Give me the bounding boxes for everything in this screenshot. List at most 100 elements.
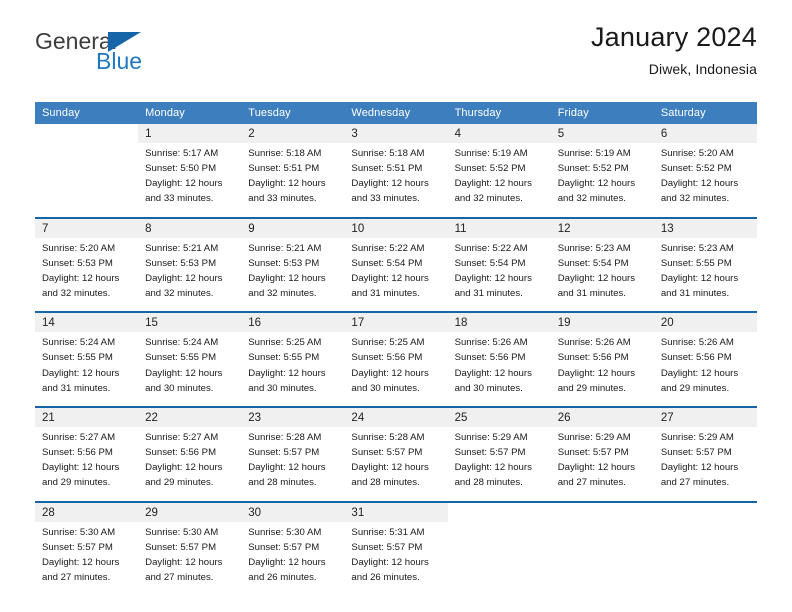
day-sunrise-text: Sunrise: 5:17 AM <box>145 148 219 159</box>
day-cell[interactable]: Sunrise: 5:20 AM Sunset: 5:53 PM Daylight:… <box>35 237 139 312</box>
day-daylight-line1-text: Daylight: 12 hours <box>145 178 223 190</box>
day-cell[interactable]: Sunrise: 5:30 AM Sunset: 5:57 PM Daylight:… <box>35 521 139 596</box>
day-sunrise-text: Sunrise: 5:18 AM <box>351 148 425 159</box>
day-daylight-line1-text: Daylight: 12 hours <box>248 462 326 474</box>
day-number[interactable]: 31 <box>344 502 448 522</box>
day-cell[interactable]: Sunrise: 5:27 AM Sunset: 5:56 PM Daylight:… <box>138 426 242 501</box>
day-number[interactable]: 24 <box>344 407 448 427</box>
day-number[interactable]: 8 <box>138 218 242 238</box>
day-number[interactable]: 6 <box>653 124 757 143</box>
day-cell[interactable]: Sunrise: 5:29 AM Sunset: 5:57 PM Daylight:… <box>653 426 757 501</box>
day-number[interactable]: 11 <box>447 218 551 238</box>
week-daynumber-row: 7 8 9 10 11 12 13 <box>35 218 757 238</box>
day-daylight-line1-text: Daylight: 12 hours <box>660 462 739 474</box>
day-daylight-line2-text: and 30 minutes. <box>145 382 214 394</box>
day-daylight-line2-text: and 29 minutes. <box>557 382 626 394</box>
day-daylight-line1-text: Daylight: 12 hours <box>454 462 532 474</box>
day-sunset-text: Sunset: 5:56 PM <box>145 447 217 459</box>
day-daylight-line2-text: and 31 minutes. <box>660 288 730 300</box>
day-number[interactable]: 9 <box>241 218 345 238</box>
day-cell[interactable]: Sunrise: 5:30 AM Sunset: 5:57 PM Daylight:… <box>241 521 345 596</box>
day-daylight-line2-text: and 27 minutes. <box>557 477 626 489</box>
day-sunset-text: Sunset: 5:51 PM <box>248 163 320 175</box>
day-cell[interactable]: Sunrise: 5:23 AM Sunset: 5:55 PM Daylight:… <box>653 237 757 312</box>
day-number[interactable]: 20 <box>653 313 757 333</box>
day-daylight-line2-text: and 28 minutes. <box>248 477 317 489</box>
day-cell[interactable]: Sunrise: 5:31 AM Sunset: 5:57 PM Daylight:… <box>344 521 448 596</box>
day-daylight-line1-text: Daylight: 12 hours <box>557 178 636 190</box>
day-number[interactable]: 23 <box>241 407 345 427</box>
day-cell[interactable]: Sunrise: 5:29 AM Sunset: 5:57 PM Daylight:… <box>447 426 551 501</box>
day-number[interactable]: 3 <box>344 124 448 143</box>
calendar-table: Sunday Monday Tuesday Wednesday Thursday… <box>35 102 757 596</box>
day-daylight-line2-text: and 26 minutes. <box>351 571 420 583</box>
day-cell[interactable]: Sunrise: 5:20 AM Sunset: 5:52 PM Daylight:… <box>653 143 757 217</box>
day-cell[interactable]: Sunrise: 5:26 AM Sunset: 5:56 PM Daylight:… <box>447 332 551 406</box>
day-cell[interactable]: Sunrise: 5:27 AM Sunset: 5:56 PM Daylight:… <box>35 426 139 501</box>
day-number[interactable]: 29 <box>138 502 242 522</box>
day-number[interactable]: 12 <box>550 218 654 238</box>
day-number[interactable]: 30 <box>241 502 345 522</box>
day-sunrise-text: Sunrise: 5:22 AM <box>351 242 425 254</box>
day-daylight-line2-text: and 30 minutes. <box>248 382 317 394</box>
day-number[interactable]: 14 <box>35 313 139 333</box>
day-number[interactable]: 13 <box>653 218 757 238</box>
day-cell[interactable]: Sunrise: 5:17 AM Sunset: 5:50 PM Daylight:… <box>138 143 242 217</box>
day-number[interactable]: 16 <box>241 313 345 333</box>
day-cell[interactable]: Sunrise: 5:18 AM Sunset: 5:51 PM Daylight:… <box>344 143 448 217</box>
day-daylight-line2-text: and 30 minutes. <box>454 382 523 394</box>
day-sunset-text: Sunset: 5:54 PM <box>557 257 629 269</box>
day-number[interactable]: 17 <box>344 313 448 333</box>
day-sunset-text: Sunset: 5:57 PM <box>660 447 732 459</box>
day-sunrise-text: Sunrise: 5:19 AM <box>557 148 631 159</box>
day-number[interactable]: 28 <box>35 502 139 522</box>
day-cell[interactable]: Sunrise: 5:28 AM Sunset: 5:57 PM Daylight:… <box>241 426 345 501</box>
day-number[interactable]: 26 <box>550 407 654 427</box>
day-cell[interactable]: Sunrise: 5:25 AM Sunset: 5:56 PM Daylight:… <box>344 332 448 406</box>
day-cell[interactable]: Sunrise: 5:26 AM Sunset: 5:56 PM Daylight:… <box>653 332 757 406</box>
day-number[interactable]: 4 <box>447 124 551 143</box>
day-daylight-line1-text: Daylight: 12 hours <box>351 178 429 190</box>
day-daylight-line1-text: Daylight: 12 hours <box>248 272 326 284</box>
day-cell[interactable]: Sunrise: 5:22 AM Sunset: 5:54 PM Daylight:… <box>447 237 551 312</box>
day-cell[interactable]: Sunrise: 5:19 AM Sunset: 5:52 PM Daylight:… <box>447 143 551 217</box>
day-daylight-line1-text: Daylight: 12 hours <box>42 272 120 284</box>
day-daylight-line1-text: Daylight: 12 hours <box>454 272 532 284</box>
day-number[interactable]: 5 <box>550 124 654 143</box>
day-number[interactable]: 15 <box>138 313 242 333</box>
day-number[interactable]: 27 <box>653 407 757 427</box>
week-detail-row: Sunrise: 5:17 AM Sunset: 5:50 PM Daylight:… <box>35 143 757 217</box>
day-number[interactable]: 19 <box>550 313 654 333</box>
day-cell[interactable]: Sunrise: 5:19 AM Sunset: 5:52 PM Daylight:… <box>550 143 654 217</box>
day-number[interactable]: 10 <box>344 218 448 238</box>
day-cell[interactable]: Sunrise: 5:18 AM Sunset: 5:51 PM Daylight:… <box>241 143 345 217</box>
day-cell[interactable]: Sunrise: 5:24 AM Sunset: 5:55 PM Daylight:… <box>35 332 139 406</box>
day-cell[interactable]: Sunrise: 5:30 AM Sunset: 5:57 PM Daylight:… <box>138 521 242 596</box>
day-cell[interactable]: Sunrise: 5:24 AM Sunset: 5:55 PM Daylight:… <box>138 332 242 406</box>
day-cell[interactable]: Sunrise: 5:21 AM Sunset: 5:53 PM Daylight:… <box>241 237 345 312</box>
day-daylight-line2-text: and 31 minutes. <box>351 288 420 300</box>
page-header: General Blue January 2024 Diwek, Indones… <box>0 0 792 77</box>
day-number[interactable]: 21 <box>35 407 139 427</box>
day-cell[interactable]: Sunrise: 5:21 AM Sunset: 5:53 PM Daylight:… <box>138 237 242 312</box>
day-sunset-text: Sunset: 5:56 PM <box>557 352 629 364</box>
day-number[interactable]: 18 <box>447 313 551 333</box>
day-cell[interactable]: Sunrise: 5:23 AM Sunset: 5:54 PM Daylight:… <box>550 237 654 312</box>
day-number[interactable]: 1 <box>138 124 242 143</box>
brand-logo[interactable]: General Blue <box>35 28 195 76</box>
day-number[interactable]: 22 <box>138 407 242 427</box>
day-cell[interactable]: Sunrise: 5:22 AM Sunset: 5:54 PM Daylight:… <box>344 237 448 312</box>
day-sunset-text: Sunset: 5:53 PM <box>145 257 217 269</box>
day-sunset-text: Sunset: 5:55 PM <box>660 257 732 269</box>
day-sunrise-text: Sunrise: 5:18 AM <box>248 148 322 159</box>
day-sunset-text: Sunset: 5:57 PM <box>351 541 423 553</box>
day-cell[interactable]: Sunrise: 5:28 AM Sunset: 5:57 PM Daylight:… <box>344 426 448 501</box>
day-cell[interactable]: Sunrise: 5:25 AM Sunset: 5:55 PM Daylight:… <box>241 332 345 406</box>
day-sunrise-text: Sunrise: 5:30 AM <box>248 526 322 538</box>
day-number[interactable]: 2 <box>241 124 345 143</box>
day-cell[interactable]: Sunrise: 5:29 AM Sunset: 5:57 PM Daylight:… <box>550 426 654 501</box>
day-sunset-text: Sunset: 5:52 PM <box>557 163 629 175</box>
day-cell[interactable]: Sunrise: 5:26 AM Sunset: 5:56 PM Daylight:… <box>550 332 654 406</box>
day-number[interactable]: 25 <box>447 407 551 427</box>
day-number[interactable]: 7 <box>35 218 139 238</box>
